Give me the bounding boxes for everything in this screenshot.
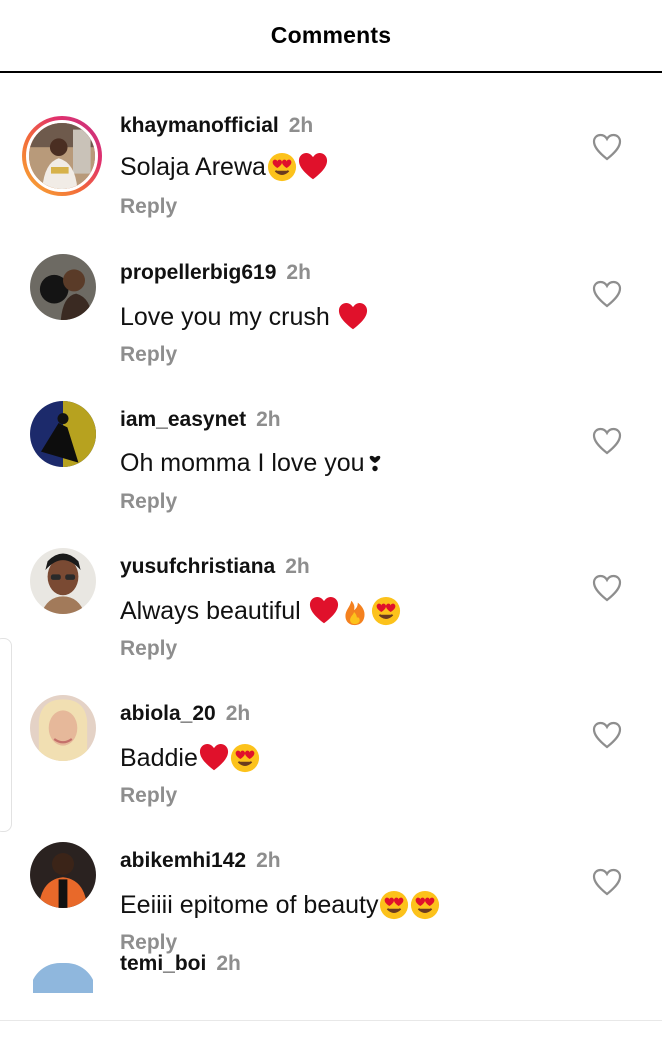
avatar[interactable] [30,548,96,614]
comment-item: abiola_20 2h Baddie Reply [0,661,662,808]
username[interactable]: iam_easynet [120,408,246,431]
comment-body: Always beautiful [120,596,301,625]
comment-meta: khaymanofficial 2h [120,114,313,138]
comment-item: yusufchristiana 2h Always beautiful Reply [0,514,662,661]
comment-meta: iam_easynet 2h [120,408,281,432]
avatar[interactable] [30,842,96,908]
red-heart-emoji-icon [298,152,328,182]
username[interactable]: yusufchristiana [120,555,275,578]
timestamp: 2h [216,952,241,975]
like-heart-icon[interactable] [592,574,622,602]
comment-meta: propellerbig619 2h [120,261,311,285]
comment-text: Eeiiii epitome of beauty [120,890,440,920]
red-heart-emoji-icon [309,596,339,626]
comment-text: Solaja Arewa [120,152,328,182]
username[interactable]: temi_boi [120,952,206,975]
timestamp: 2h [285,555,310,578]
comment-body: Solaja Arewa [120,152,266,181]
heart-eyes-emoji-icon [410,890,440,920]
like-heart-icon[interactable] [592,280,622,308]
reply-button[interactable]: Reply [120,343,177,367]
timestamp: 2h [288,114,314,137]
comment-body: Eeiiii epitome of beauty [120,890,379,919]
like-heart-icon[interactable] [592,427,622,455]
comments-header: Comments [0,0,662,73]
like-heart-icon[interactable] [592,868,622,896]
comment-text: Always beautiful [120,596,401,626]
avatar-image [30,401,96,467]
comment-item: temi_boi 2h [0,952,662,1015]
comment-meta: abikemhi142 2h [120,849,281,873]
username[interactable]: khaymanofficial [120,114,279,137]
comment-body: Baddie [120,743,198,772]
comment-text: Oh momma I love you [120,449,384,478]
comment-list: khaymanofficial 2h Solaja Arewa Reply pro… [0,73,662,1015]
reply-button[interactable]: Reply [120,784,177,808]
comment-text: Love you my crush [120,302,368,332]
reply-button[interactable]: Reply [120,637,177,661]
bottom-edge [0,1020,662,1039]
heart-exclamation-emoji-icon [366,455,384,473]
reply-button[interactable]: Reply [120,490,177,514]
username[interactable]: propellerbig619 [120,261,276,284]
like-heart-icon[interactable] [592,721,622,749]
avatar[interactable] [30,401,96,467]
comment-meta: yusufchristiana 2h [120,555,310,579]
red-heart-emoji-icon [199,743,229,773]
avatar[interactable] [30,963,96,993]
username[interactable]: abikemhi142 [120,849,246,872]
comment-item: propellerbig619 2h Love you my crush Repl… [0,220,662,367]
comment-body: Love you my crush [120,302,330,331]
comment-body: Oh momma I love you [120,449,365,477]
reply-button[interactable]: Reply [120,195,177,219]
timestamp: 2h [256,408,281,431]
comment-item: khaymanofficial 2h Solaja Arewa Reply [0,73,662,220]
heart-eyes-emoji-icon [267,152,297,182]
fire-emoji-icon [340,596,370,626]
heart-eyes-emoji-icon [371,596,401,626]
comment-meta: temi_boi 2h [120,952,241,976]
avatar[interactable] [30,254,96,320]
comment-item: iam_easynet 2h Oh momma I love you Reply [0,367,662,514]
comment-item: abikemhi142 2h Eeiiii epitome of beauty R… [0,808,662,955]
comment-meta: abiola_20 2h [120,702,250,726]
page-title: Comments [270,22,392,48]
avatar-image [30,842,96,908]
avatar-image [30,548,96,614]
username[interactable]: abiola_20 [120,702,216,725]
heart-eyes-emoji-icon [230,743,260,773]
timestamp: 2h [225,702,251,725]
avatar-image [33,963,93,993]
timestamp: 2h [286,261,311,284]
avatar[interactable] [22,116,102,196]
timestamp: 2h [256,849,281,872]
like-heart-icon[interactable] [592,133,622,161]
avatar[interactable] [30,695,96,761]
heart-eyes-emoji-icon [379,890,409,920]
avatar-image [29,123,95,189]
avatar-image [30,695,96,761]
avatar-image [30,254,96,320]
red-heart-emoji-icon [338,302,368,332]
comment-text: Baddie [120,743,260,773]
